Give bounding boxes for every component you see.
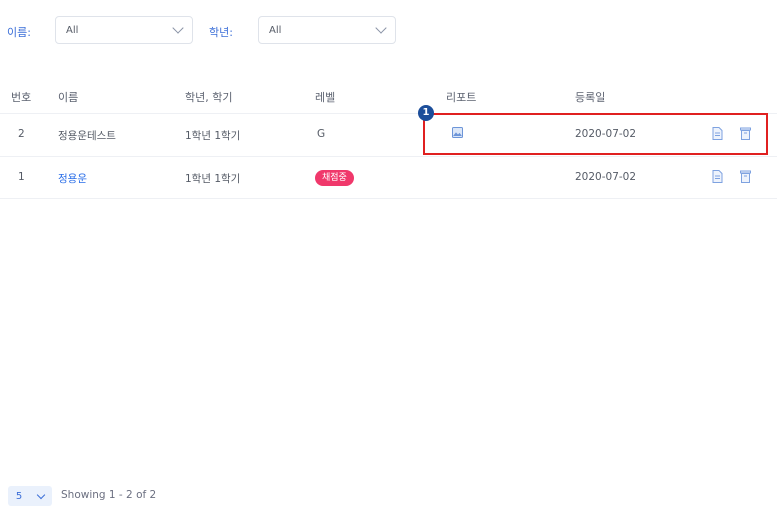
row-number: 1 <box>18 171 25 183</box>
row-divider <box>0 156 777 157</box>
highlight-box <box>423 113 768 155</box>
header-date: 등록일 <box>575 91 606 104</box>
name-filter-value: All <box>66 24 79 36</box>
row-date: 2020-07-02 <box>575 171 637 183</box>
name-filter-label: 이름: <box>7 26 31 39</box>
row-number: 2 <box>18 128 25 140</box>
row-divider <box>0 198 777 199</box>
showing-text: Showing 1 - 2 of 2 <box>61 489 157 501</box>
chevron-down-icon <box>172 22 184 34</box>
grade-filter-select[interactable]: All <box>258 16 396 44</box>
header-level: 레벨 <box>315 91 336 104</box>
header-name: 이름 <box>58 91 79 104</box>
document-icon[interactable] <box>712 170 723 183</box>
name-filter-select[interactable]: All <box>55 16 193 44</box>
row-name-link[interactable]: 정용운 <box>58 171 87 186</box>
row-grade: 1학년 1학기 <box>185 130 241 142</box>
page-size-select[interactable]: 5 <box>8 486 52 506</box>
step-marker: 1 <box>418 105 434 121</box>
row-name[interactable]: 정용운테스트 <box>58 128 116 143</box>
header-report: 리포트 <box>446 91 477 104</box>
header-number: 번호 <box>11 91 32 104</box>
header-grade: 학년, 학기 <box>185 91 233 104</box>
grade-filter-label: 학년: <box>209 26 233 39</box>
row-grade: 1학년 1학기 <box>185 173 241 185</box>
grade-filter-value: All <box>269 24 282 36</box>
status-badge: 채점중 <box>315 170 354 186</box>
chevron-down-icon <box>375 22 387 34</box>
row-level: G <box>317 128 326 140</box>
chevron-down-icon <box>36 490 46 499</box>
page-size-value: 5 <box>15 490 23 502</box>
trash-icon[interactable] <box>740 170 751 183</box>
